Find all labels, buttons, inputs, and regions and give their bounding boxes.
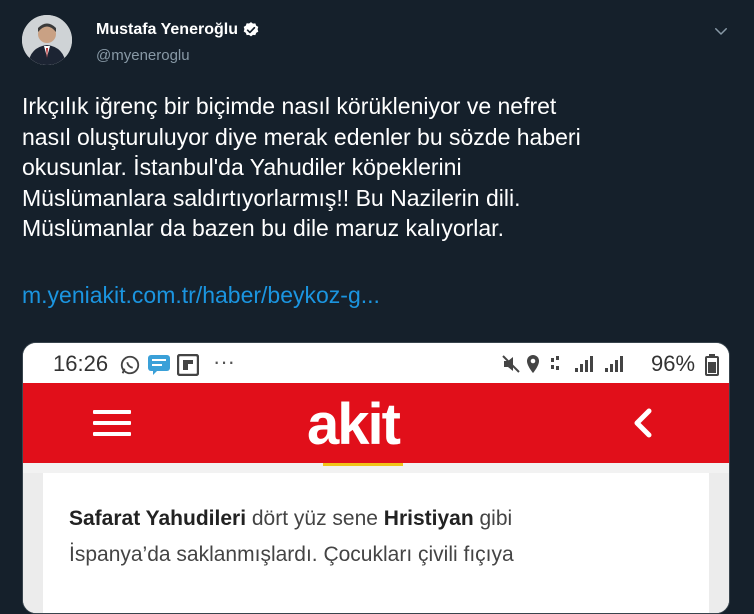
flipboard-icon (177, 354, 199, 376)
article-text: Safarat Yahudileri dört yüz sene Hristiy… (69, 501, 709, 573)
akit-header-bar: akit (23, 383, 729, 463)
battery-percent: 96% (651, 351, 696, 376)
tweet-media-image[interactable]: 16:26 ··· 96% akit Safarat Yahudileri dö… (22, 342, 730, 614)
tweet-line: Müslümanlara saldırtıyorlarmış!! Bu Nazi… (22, 184, 521, 211)
akit-logo: akit (307, 392, 401, 457)
article-text-run: gibi (473, 507, 513, 530)
mute-icon (502, 355, 520, 373)
tweet-line: okusunlar. İstanbul'da Yahudiler köpekle… (22, 154, 462, 180)
avatar-image (22, 15, 72, 65)
article-bold-text: Safarat Yahudileri (69, 507, 247, 530)
avatar[interactable] (22, 15, 72, 65)
status-time: 16:26 (53, 351, 109, 376)
tweet-text: Irkçılık iğrenç bir biçimde nasıl körükl… (22, 91, 722, 244)
whatsapp-icon (120, 355, 140, 375)
message-icon (148, 355, 170, 375)
article-area: Safarat Yahudileri dört yüz sene Hristiy… (23, 473, 729, 613)
header-accent-line (323, 463, 403, 466)
signal-icon (551, 356, 623, 372)
author-display-name[interactable]: Mustafa Yeneroğlu (96, 21, 238, 39)
tweet-line: Müslümanlar da bazen bu dile maruz kalıy… (22, 215, 504, 241)
author-handle[interactable]: @myeneroglu (96, 47, 190, 64)
author-name-row[interactable]: Mustafa Yeneroğlu (96, 21, 260, 39)
chevron-down-icon[interactable] (712, 22, 730, 40)
hamburger-menu-icon[interactable] (93, 410, 131, 436)
article-text-run: İspanya’da saklanmışlardı. Çocukları çiv… (69, 543, 514, 566)
battery-icon (705, 354, 719, 376)
tweet-line: nasıl oluşturuluyor diye merak edenler b… (22, 123, 581, 150)
location-icon (527, 355, 539, 373)
article-text-run: dört yüz sene (246, 507, 384, 530)
tweet-link[interactable]: m.yeniakit.com.tr/haber/beykoz-g... (22, 280, 380, 310)
back-arrow-icon[interactable] (629, 407, 659, 439)
phone-status-bar: 16:26 ··· 96% (23, 343, 729, 383)
tweet-line: Irkçılık iğrenç bir biçimde nasıl körükl… (22, 93, 557, 119)
status-more-dots: ··· (213, 349, 235, 374)
article-bold-text: Hristiyan (383, 507, 474, 530)
verified-badge-icon (243, 22, 259, 37)
article-card: Safarat Yahudileri dört yüz sene Hristiy… (43, 473, 709, 613)
